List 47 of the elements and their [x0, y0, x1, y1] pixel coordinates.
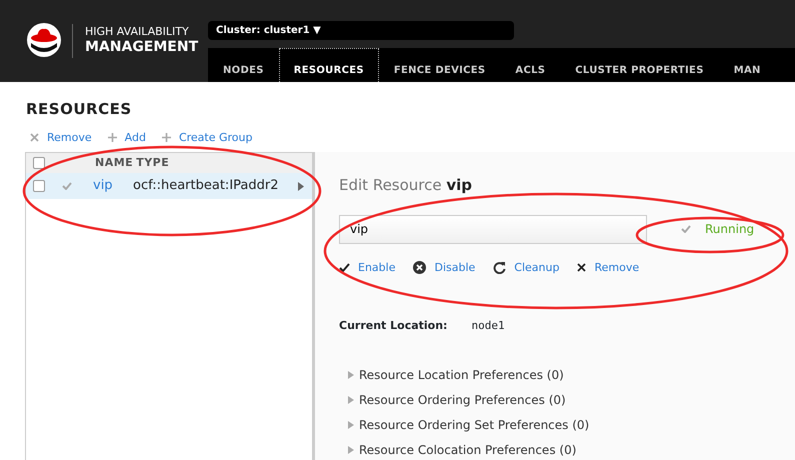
product-line: HIGH AVAILABILITY [85, 26, 190, 39]
page-title: RESOURCES [26, 99, 133, 120]
nav-tab[interactable]: CLUSTER PROPERTIES [560, 48, 719, 82]
section-toggle[interactable]: Resource Ordering Set Preferences (0) [347, 412, 795, 438]
action-link[interactable]: Cleanup [493, 260, 560, 276]
hat-logo-icon [27, 23, 61, 57]
action-link[interactable]: Enable [339, 260, 396, 276]
section-toggle[interactable]: Resource Location Preferences (0) [347, 362, 795, 388]
action-link[interactable]: Remove [577, 260, 640, 276]
column-header: TYPE [136, 154, 170, 171]
nav-tab[interactable]: NODES [208, 48, 279, 82]
toolbar-link[interactable]: Remove [30, 130, 92, 146]
section-toggle[interactable]: Resource Ordering Preferences (0) [347, 388, 795, 412]
toolbar-link[interactable]: Create Group [162, 130, 252, 146]
plus-icon [108, 133, 117, 142]
nav-tab[interactable]: ACLS [500, 48, 560, 82]
product-name: MANAGEMENT [85, 38, 198, 55]
table-row[interactable]: vip ocf::heartbeat:IPaddr2 [26, 173, 312, 199]
caret-right-icon [347, 446, 355, 454]
select-all-checkbox[interactable] [33, 157, 45, 169]
name-input-field[interactable]: vip [339, 214, 647, 244]
plus-icon [162, 133, 171, 142]
cluster-dropdown[interactable]: Cluster: cluster1 ▼ [208, 21, 514, 40]
close-icon [577, 263, 586, 272]
caret-right-icon [347, 371, 355, 379]
editor-heading: Edit Resource vip [339, 175, 474, 196]
action-link[interactable]: Disable [413, 260, 476, 276]
nav-tab[interactable]: FENCE DEVICES [378, 48, 500, 82]
resource-name[interactable]: vip [93, 176, 133, 196]
location-value: node1 [471, 318, 505, 334]
arrow-right-icon [298, 182, 304, 190]
close-icon [30, 133, 39, 142]
caret-right-icon [347, 396, 355, 404]
status-text: Running [705, 221, 754, 238]
nav-tab[interactable]: MAN [718, 48, 776, 82]
resource-type: ocf::heartbeat:IPaddr2 [133, 177, 278, 196]
location-label: Current Location: [339, 318, 448, 334]
refresh-icon [493, 261, 506, 274]
nav-tab[interactable]: RESOURCES [278, 48, 379, 82]
row-checkbox[interactable] [33, 180, 45, 192]
check-icon [339, 263, 350, 272]
caret-right-icon [347, 421, 355, 429]
close-circle-icon [413, 261, 426, 274]
check-icon [681, 225, 691, 233]
section-toggle[interactable]: Resource Colocation Preferences (0) [347, 438, 795, 460]
toolbar-link[interactable]: Add [108, 130, 146, 146]
column-header: NAME [95, 154, 134, 171]
